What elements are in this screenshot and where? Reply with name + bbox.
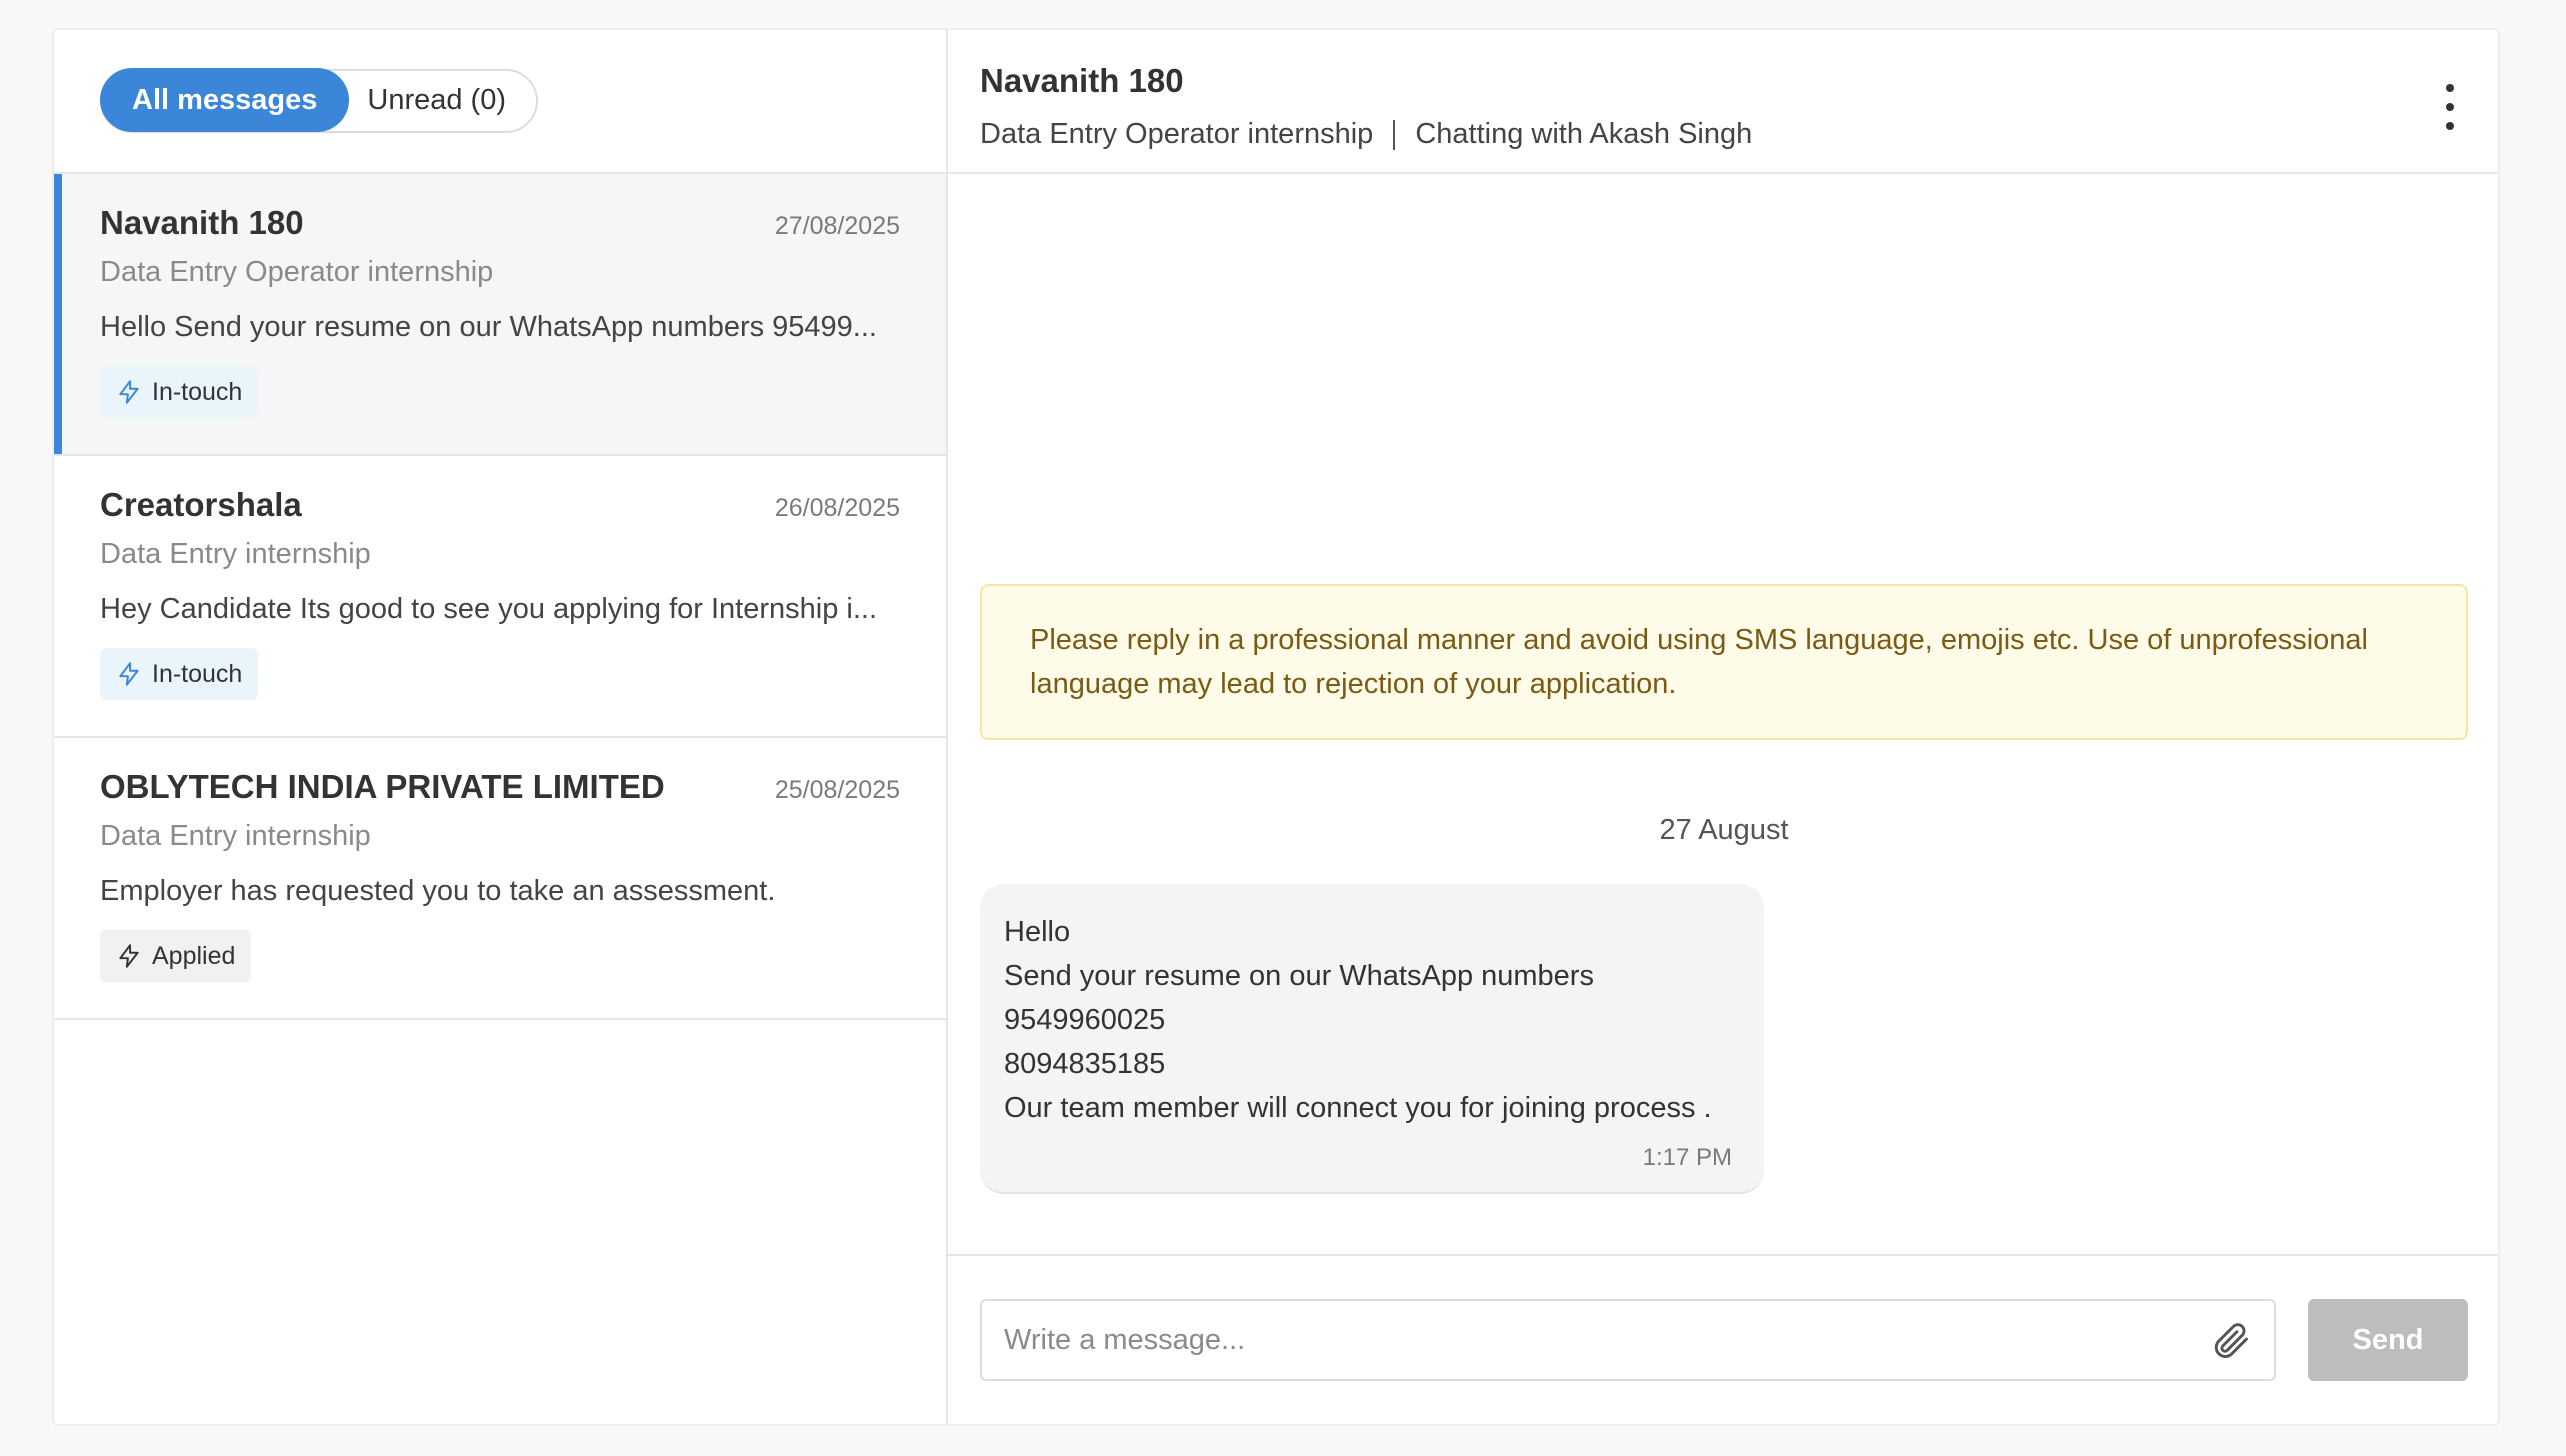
conversation-item[interactable]: Navanith 180 27/08/2025 Data Entry Opera… xyxy=(54,174,946,456)
conversation-date: 25/08/2025 xyxy=(774,776,900,804)
status-badge: In-touch xyxy=(100,366,259,418)
paperclip-icon[interactable] xyxy=(2208,1318,2252,1362)
conversation-list: Navanith 180 27/08/2025 Data Entry Opera… xyxy=(54,174,946,1424)
chat-messages: Please reply in a professional manner an… xyxy=(948,174,2498,1254)
message-bubble: Hello Send your resume on our WhatsApp n… xyxy=(980,884,1764,1194)
lightning-icon xyxy=(119,944,139,968)
conversation-role: Data Entry Operator internship xyxy=(100,256,494,288)
message-input-wrapper xyxy=(980,1299,2276,1381)
conversation-role: Data Entry internship xyxy=(100,538,371,570)
professional-notice: Please reply in a professional manner an… xyxy=(980,584,2468,740)
conversation-role: Data Entry internship xyxy=(100,820,371,852)
message-filter-toggle: All messages Unread (0) xyxy=(100,68,539,133)
conversation-date: 26/08/2025 xyxy=(774,494,900,522)
date-separator: 27 August xyxy=(1659,814,1789,846)
chat-title: Navanith 180 xyxy=(980,62,1184,99)
conversation-item[interactable]: Creatorshala 26/08/2025 Data Entry inter… xyxy=(54,456,946,738)
all-messages-tab[interactable]: All messages xyxy=(100,68,350,132)
conversation-pane: All messages Unread (0) Navanith 180 27/… xyxy=(54,30,948,1424)
status-badge: Applied xyxy=(100,930,252,982)
chat-subtitle: Data Entry Operator internship Chatting … xyxy=(980,118,2468,151)
message-line: 9549960025 xyxy=(1004,1004,1166,1036)
status-label: In-touch xyxy=(152,377,243,406)
conversation-item[interactable]: OBLYTECH INDIA PRIVATE LIMITED 25/08/202… xyxy=(54,738,946,1020)
lightning-icon xyxy=(119,662,139,686)
chat-role: Data Entry Operator internship xyxy=(980,118,1374,150)
status-label: Applied xyxy=(152,941,236,970)
divider xyxy=(1393,119,1396,150)
conversation-preview: Employer has requested you to take an as… xyxy=(100,875,776,907)
conversation-preview: Hey Candidate Its good to see you applyi… xyxy=(100,593,878,625)
status-badge: In-touch xyxy=(100,648,259,700)
filter-bar: All messages Unread (0) xyxy=(54,30,946,174)
chat-pane: Navanith 180 Data Entry Operator interns… xyxy=(948,30,2498,1424)
messages-app: All messages Unread (0) Navanith 180 27/… xyxy=(52,28,2500,1426)
send-button[interactable]: Send xyxy=(2308,1299,2468,1381)
message-line: Send your resume on our WhatsApp numbers xyxy=(1004,960,1594,992)
conversation-name: Creatorshala xyxy=(100,486,302,523)
conversation-name: OBLYTECH INDIA PRIVATE LIMITED xyxy=(100,768,665,805)
conversation-date: 27/08/2025 xyxy=(774,212,900,240)
more-vertical-icon[interactable] xyxy=(2440,84,2460,130)
message-input[interactable] xyxy=(1004,1323,2208,1357)
status-label: In-touch xyxy=(152,659,243,688)
notice-text-line: Please reply in a professional manner an… xyxy=(1030,624,2368,656)
message-composer: Send xyxy=(948,1254,2498,1424)
message-line: Our team member will connect you for joi… xyxy=(1004,1092,1712,1124)
message-time: 1:17 PM xyxy=(1642,1144,1732,1171)
message-line: 8094835185 xyxy=(1004,1048,1166,1080)
chatting-with: Chatting with Akash Singh xyxy=(1415,118,1753,150)
conversation-preview: Hello Send your resume on our WhatsApp n… xyxy=(100,311,877,343)
notice-text-line: language may lead to rejection of your a… xyxy=(1030,668,1677,700)
chat-header: Navanith 180 Data Entry Operator interns… xyxy=(948,30,2498,174)
lightning-icon xyxy=(119,380,139,404)
conversation-name: Navanith 180 xyxy=(100,204,304,241)
unread-tab[interactable]: Unread (0) xyxy=(349,68,536,132)
message-line: Hello xyxy=(1004,916,1071,948)
